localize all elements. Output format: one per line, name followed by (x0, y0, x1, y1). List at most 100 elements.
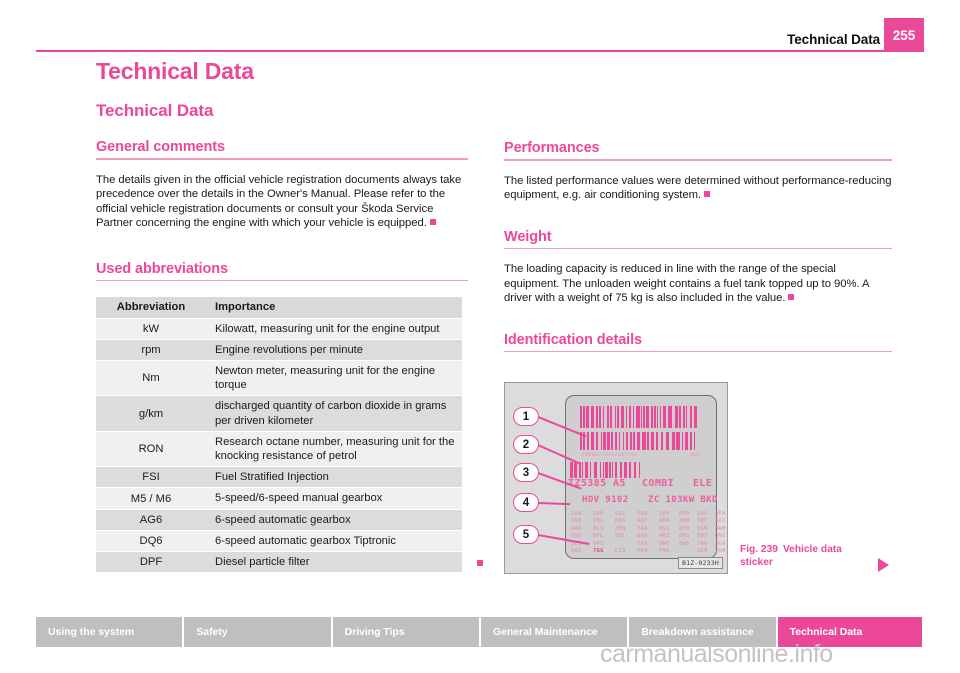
heading-identification-details: Identification details (504, 331, 642, 348)
table-row: RON Research octane number, measuring uni… (96, 431, 462, 468)
table-column-header: Importance (206, 297, 462, 319)
footer-tab-label: Breakdown assistance (641, 626, 754, 638)
heading-used-abbreviations: Used abbreviations (96, 260, 228, 277)
sticker-option-code: J0N (615, 525, 626, 532)
sticker-option-code: 8L3 (593, 525, 604, 532)
table-row: rpm Engine revolutions per minute (96, 339, 462, 361)
barcode-bar (629, 406, 631, 428)
leader-line-4 (537, 502, 571, 505)
table-row: Nm Newton meter, measuring unit for the e… (96, 360, 462, 397)
footer-tab-driving-tips[interactable]: Driving Tips (332, 617, 479, 647)
barcode-bar (689, 432, 692, 450)
sticker-option-code: 2UA (715, 548, 726, 554)
sticker-vin: TMBGE21Z152049194 (582, 453, 638, 458)
figure-caption: Fig. 239 Vehicle data sticker (740, 543, 860, 569)
callout-2: 2 (513, 435, 539, 454)
barcode-bar (599, 406, 602, 428)
barcode-bar (574, 462, 577, 478)
figure-image-code: B1Z-0233H (677, 557, 723, 569)
sticker-option-code: 3GA (715, 540, 726, 547)
barcode-bar (600, 432, 602, 450)
barcode-bar (610, 406, 612, 428)
sticker-option-code: 6FB (679, 511, 690, 517)
barcode-bar (587, 432, 589, 450)
barcode-bar (633, 432, 635, 450)
barcode-bar (651, 432, 655, 450)
sticker-option-code: 350 (697, 548, 708, 554)
cell-abbreviation: kW (96, 318, 206, 340)
header-chapter-title: Technical Data (787, 32, 880, 47)
barcode-bar (606, 406, 610, 428)
barcode-bar (637, 432, 641, 450)
sticker-frame: TMBGE21Z152049194 BKD TZ5385 A5 COMBI EL… (504, 382, 728, 574)
sticker-option-code: 9W0 (659, 540, 670, 547)
end-marker-square (429, 219, 436, 226)
sticker-option-code: L13 (615, 548, 626, 554)
footer-tab-using-the-system[interactable]: Using the system (36, 617, 183, 647)
sticker-option-code: 1D0 (593, 511, 604, 517)
right-column: Performances The listed performance valu… (504, 140, 892, 365)
general-comments-text: The details given in the official vehicl… (96, 173, 462, 230)
sticker-option-code: 8X0 (637, 533, 648, 540)
heading-rule (504, 159, 892, 161)
table-column-header: Abbreviation (96, 297, 206, 319)
barcode-top (580, 406, 698, 428)
footer-tab-label: Technical Data (789, 626, 863, 638)
barcode-bar (581, 462, 584, 478)
barcode-bar (685, 406, 688, 428)
performances-text: The listed performance values were deter… (504, 174, 892, 202)
barcode-bar (682, 406, 685, 428)
cell-importance: Newton meter, measuring unit for the eng… (206, 360, 462, 397)
barcode-bar (595, 406, 598, 428)
heading-rule (504, 247, 892, 250)
barcode-bar (603, 406, 605, 428)
figure-caption-number: Fig. 239 (740, 544, 778, 555)
sticker-option-code: 1AC (697, 511, 708, 517)
barcode-bar (676, 432, 680, 450)
footer-tab-safety[interactable]: Safety (184, 617, 331, 647)
cell-abbreviation: M5 / M6 (96, 487, 206, 510)
barcode-bar (625, 432, 629, 450)
footer-tab-label: Safety (196, 626, 228, 638)
cell-importance: Kilowatt, measuring unit for the engine … (206, 318, 462, 340)
barcode-bar (641, 406, 643, 428)
sticker-option-code: QQ1 (571, 548, 582, 554)
cell-importance: Engine revolutions per minute (206, 339, 462, 361)
sticker-option-code: QN2 (715, 533, 726, 540)
cell-importance: Research octane number, measuring unit f… (206, 431, 462, 468)
sticker-option-code: 803 (679, 533, 690, 540)
cell-abbreviation: g/km (96, 395, 206, 432)
sticker-engine-right: ZC 103KW BKD (648, 495, 718, 505)
barcode-bar (674, 406, 679, 428)
heading-general-comments: General comments (96, 139, 225, 155)
barcode-bar (616, 406, 620, 428)
barcode-bar (662, 406, 666, 428)
cell-abbreviation: DPF (96, 551, 206, 574)
barcode-bar (636, 406, 640, 428)
cell-abbreviation: DQ6 (96, 530, 206, 553)
barcode-bar (615, 462, 618, 478)
barcode-bar (657, 406, 659, 428)
cell-abbreviation: RON (96, 431, 206, 468)
barcode-bar (693, 406, 697, 428)
heading-weight: Weight (504, 228, 552, 245)
barcode-bar (646, 406, 649, 428)
barcode-bar (584, 462, 588, 478)
barcode-bar (653, 406, 656, 428)
sticker-option-code: 8RM (715, 525, 726, 532)
continue-arrow-icon (878, 558, 889, 572)
callout-5: 5 (513, 525, 539, 544)
sticker-card: TMBGE21Z152049194 BKD TZ5385 A5 COMBI EL… (565, 395, 725, 559)
paragraph-performances: The listed performance values were deter… (504, 174, 892, 203)
cell-importance: Diesel particle filter (206, 551, 462, 574)
heading-rule (504, 350, 892, 353)
sticker-option-code: 3QT (697, 518, 708, 525)
cell-abbreviation: FSI (96, 466, 206, 489)
barcode-bar (619, 462, 622, 478)
left-column: Technical Data Technical Data General co… (96, 58, 483, 574)
sticker-vin-suffix: BKD (690, 453, 700, 458)
table-row: g/km discharged quantity of carbon dioxid… (96, 395, 462, 432)
barcode-bar (612, 462, 614, 478)
watermark: carmanualsonline.info (600, 640, 833, 668)
